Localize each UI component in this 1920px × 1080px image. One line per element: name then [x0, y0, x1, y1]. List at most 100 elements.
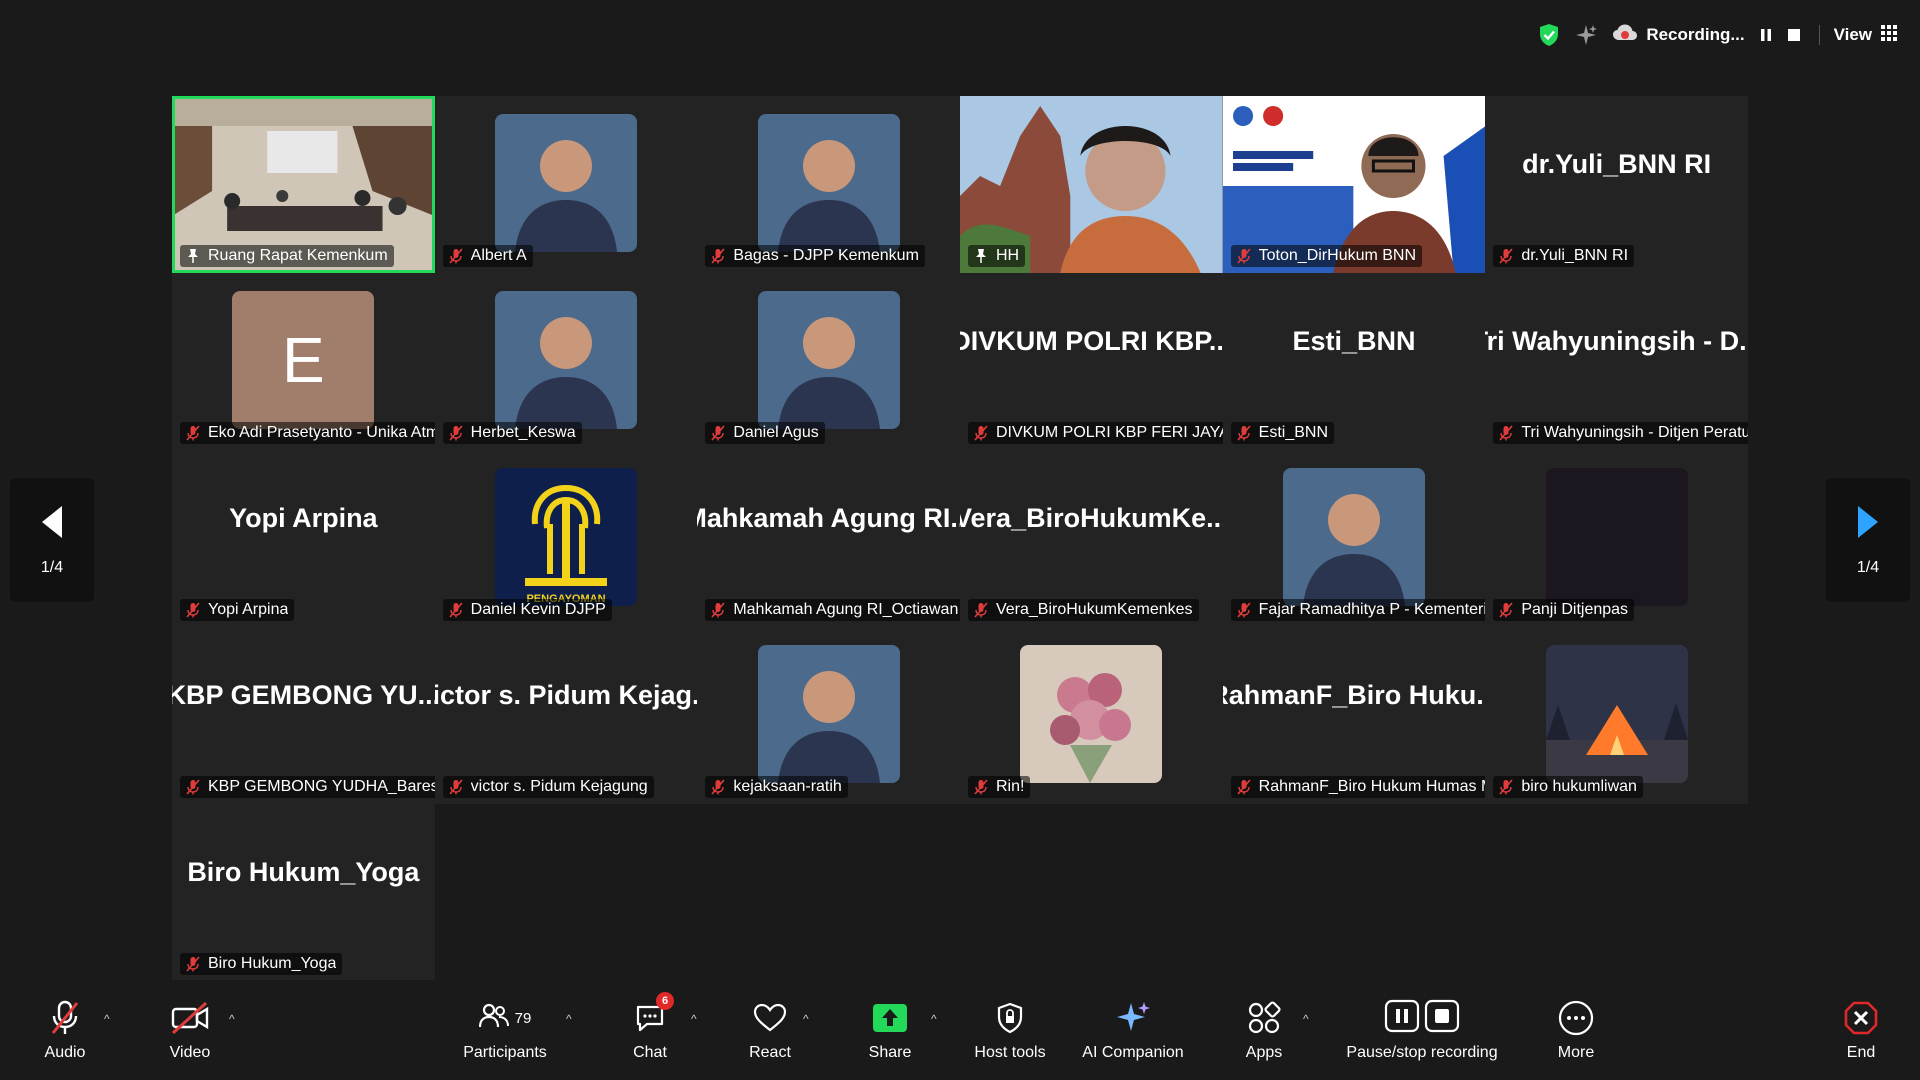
share-button[interactable]: Share [860, 980, 920, 1080]
participant-name: Toton_DirHukum BNN [1258, 247, 1417, 264]
participant-tile[interactable]: dr.Yuli_BNN RI dr.Yuli_BNN RI [1485, 96, 1748, 273]
participant-tile[interactable]: Esti_BNN Esti_BNN [1222, 273, 1486, 450]
participant-tile[interactable]: Fajar Ramadhitya P - Kementeria... [1222, 450, 1486, 627]
shield-check-icon[interactable] [1538, 23, 1560, 47]
arrow-right-icon [1854, 504, 1882, 545]
mic-muted-icon [1237, 602, 1259, 618]
participant-tile[interactable]: biro hukumliwan [1485, 627, 1748, 804]
participant-display-name: Esti_BNN [1292, 326, 1416, 356]
recording-indicator[interactable]: Recording... [1612, 23, 1745, 48]
avatar [757, 114, 900, 252]
ai-sparkle-icon [1114, 998, 1152, 1038]
ai-companion-label: AI Companion [1082, 1044, 1184, 1061]
pause-recording-icon[interactable] [1759, 27, 1773, 43]
close-icon [1844, 998, 1878, 1038]
participant-nameplate: Panji Ditjenpas [1493, 599, 1635, 621]
share-options-caret[interactable]: ^ [931, 1012, 937, 1026]
pause-stop-recording-label: Pause/stop recording [1346, 1044, 1498, 1061]
participant-tile[interactable]: Toton_DirHukum BNN [1222, 96, 1486, 273]
audio-label: Audio [44, 1044, 86, 1061]
participant-nameplate: HH [967, 245, 1026, 267]
apps-button[interactable]: Apps [1234, 980, 1294, 1080]
pengayoman-logo: PENGAYOMAN [494, 468, 637, 606]
participant-name: Tri Wahyuningsih - Ditjen Peratur... [1521, 424, 1748, 441]
participant-tile[interactable]: Daniel Agus [697, 273, 960, 450]
participants-options-caret[interactable]: ^ [566, 1012, 572, 1026]
end-label: End [1846, 1044, 1876, 1061]
audio-button[interactable]: Audio [40, 980, 90, 1080]
chat-label: Chat [633, 1044, 667, 1061]
ai-companion-button[interactable]: AI Companion [1078, 980, 1188, 1080]
participant-nameplate: Fajar Ramadhitya P - Kementeria... [1230, 599, 1486, 621]
participant-display-name: KBP GEMBONG YU... [172, 680, 435, 710]
participants-label: Participants [463, 1044, 547, 1061]
participant-nameplate: Esti_BNN [1230, 422, 1335, 444]
participant-tile[interactable]: Mahkamah Agung RI... Mahkamah Agung RI_Oc… [697, 450, 960, 627]
participant-tile[interactable]: Bagas - DJPP Kemenkum [697, 96, 960, 273]
end-meeting-button[interactable]: End [1836, 980, 1886, 1080]
participant-tile[interactable]: DIVKUM POLRI KBP... DIVKUM POLRI KBP FERI… [959, 273, 1223, 450]
participant-tile[interactable]: Biro Hukum_Yoga Biro Hukum_Yoga [172, 804, 435, 981]
next-page-button[interactable]: 1/4 [1826, 478, 1910, 602]
apps-options-caret[interactable]: ^ [1303, 1012, 1309, 1026]
participant-nameplate: RahmanF_Biro Hukum Humas M... [1230, 776, 1486, 798]
mic-muted-icon [186, 425, 208, 441]
mic-muted-icon [974, 779, 996, 795]
view-button[interactable]: View [1834, 24, 1898, 47]
participant-name: biro hukumliwan [1521, 778, 1637, 795]
mic-muted-icon [711, 425, 733, 441]
participant-nameplate: Vera_BiroHukumKemenkes [967, 599, 1199, 621]
participant-nameplate: Rin! [967, 776, 1031, 798]
host-tools-button[interactable]: Host tools [965, 980, 1055, 1080]
participant-tile[interactable]: PENGAYOMANDaniel Kevin DJPP [434, 450, 698, 627]
react-button[interactable]: React [740, 980, 800, 1080]
participant-nameplate: biro hukumliwan [1493, 776, 1643, 798]
participant-tile[interactable]: Panji Ditjenpas [1485, 450, 1748, 627]
participant-nameplate: Mahkamah Agung RI_Octiawan B... [705, 599, 960, 621]
mic-muted-icon [974, 425, 996, 441]
participant-display-name: victor s. Pidum Kejag... [434, 680, 698, 710]
participants-button[interactable]: 79 Participants [455, 980, 555, 1080]
participant-nameplate: Tri Wahyuningsih - Ditjen Peratur... [1493, 422, 1748, 444]
host-tools-label: Host tools [974, 1044, 1046, 1061]
mic-muted-icon [186, 779, 208, 795]
sparkle-icon[interactable] [1574, 23, 1598, 47]
video-options-caret[interactable]: ^ [229, 1012, 235, 1026]
previous-page-button[interactable]: 1/4 [10, 478, 94, 602]
participant-tile[interactable]: Herbet_Keswa [434, 273, 698, 450]
more-button[interactable]: More [1546, 980, 1606, 1080]
mic-muted-icon [186, 956, 208, 972]
stop-recording-icon[interactable] [1787, 28, 1801, 42]
react-options-caret[interactable]: ^ [803, 1012, 809, 1026]
mic-muted-icon [1499, 425, 1521, 441]
mic-muted-icon [1237, 248, 1259, 264]
participant-tile[interactable]: Albert A [434, 96, 698, 273]
participant-tile[interactable]: Yopi Arpina Yopi Arpina [172, 450, 435, 627]
participant-display-name: Vera_BiroHukumKe... [959, 503, 1223, 533]
chat-options-caret[interactable]: ^ [691, 1012, 697, 1026]
arrow-left-icon [38, 504, 66, 545]
avatar [757, 645, 900, 783]
participant-tile[interactable]: HH [959, 96, 1223, 273]
participant-name: Fajar Ramadhitya P - Kementeria... [1258, 601, 1486, 618]
participant-tile[interactable]: KBP GEMBONG YU... KBP GEMBONG YUDHA_Bares… [172, 627, 435, 804]
apps-icon [1247, 998, 1281, 1038]
participant-tile[interactable]: kejaksaan-ratih [697, 627, 960, 804]
participant-tile[interactable]: Vera_BiroHukumKe... Vera_BiroHukumKemenke… [959, 450, 1223, 627]
video-button[interactable]: Video [165, 980, 215, 1080]
participant-nameplate: kejaksaan-ratih [705, 776, 848, 798]
participant-name: dr.Yuli_BNN RI [1521, 247, 1629, 264]
participant-tile[interactable]: RahmanF_Biro Huku... RahmanF_Biro Hukum H… [1222, 627, 1486, 804]
participant-nameplate: Yopi Arpina [180, 599, 295, 621]
chat-button[interactable]: 6 Chat [620, 980, 680, 1080]
pause-stop-recording-button[interactable]: Pause/stop recording [1336, 980, 1508, 1080]
react-label: React [749, 1044, 791, 1061]
participant-tile[interactable]: Ruang Rapat Kemenkum [172, 96, 435, 273]
participant-tile[interactable]: Rin! [959, 627, 1223, 804]
participant-tile[interactable]: victor s. Pidum Kejag... victor s. Pidum … [434, 627, 698, 804]
participant-tile[interactable]: Tri Wahyuningsih - D... Tri Wahyuningsih … [1485, 273, 1748, 450]
participant-tile[interactable]: E Eko Adi Prasetyanto - Unika Atm... [172, 273, 435, 450]
participant-nameplate: KBP GEMBONG YUDHA_Bareskr... [180, 776, 435, 798]
avatar [494, 291, 637, 429]
audio-options-caret[interactable]: ^ [104, 1012, 110, 1026]
